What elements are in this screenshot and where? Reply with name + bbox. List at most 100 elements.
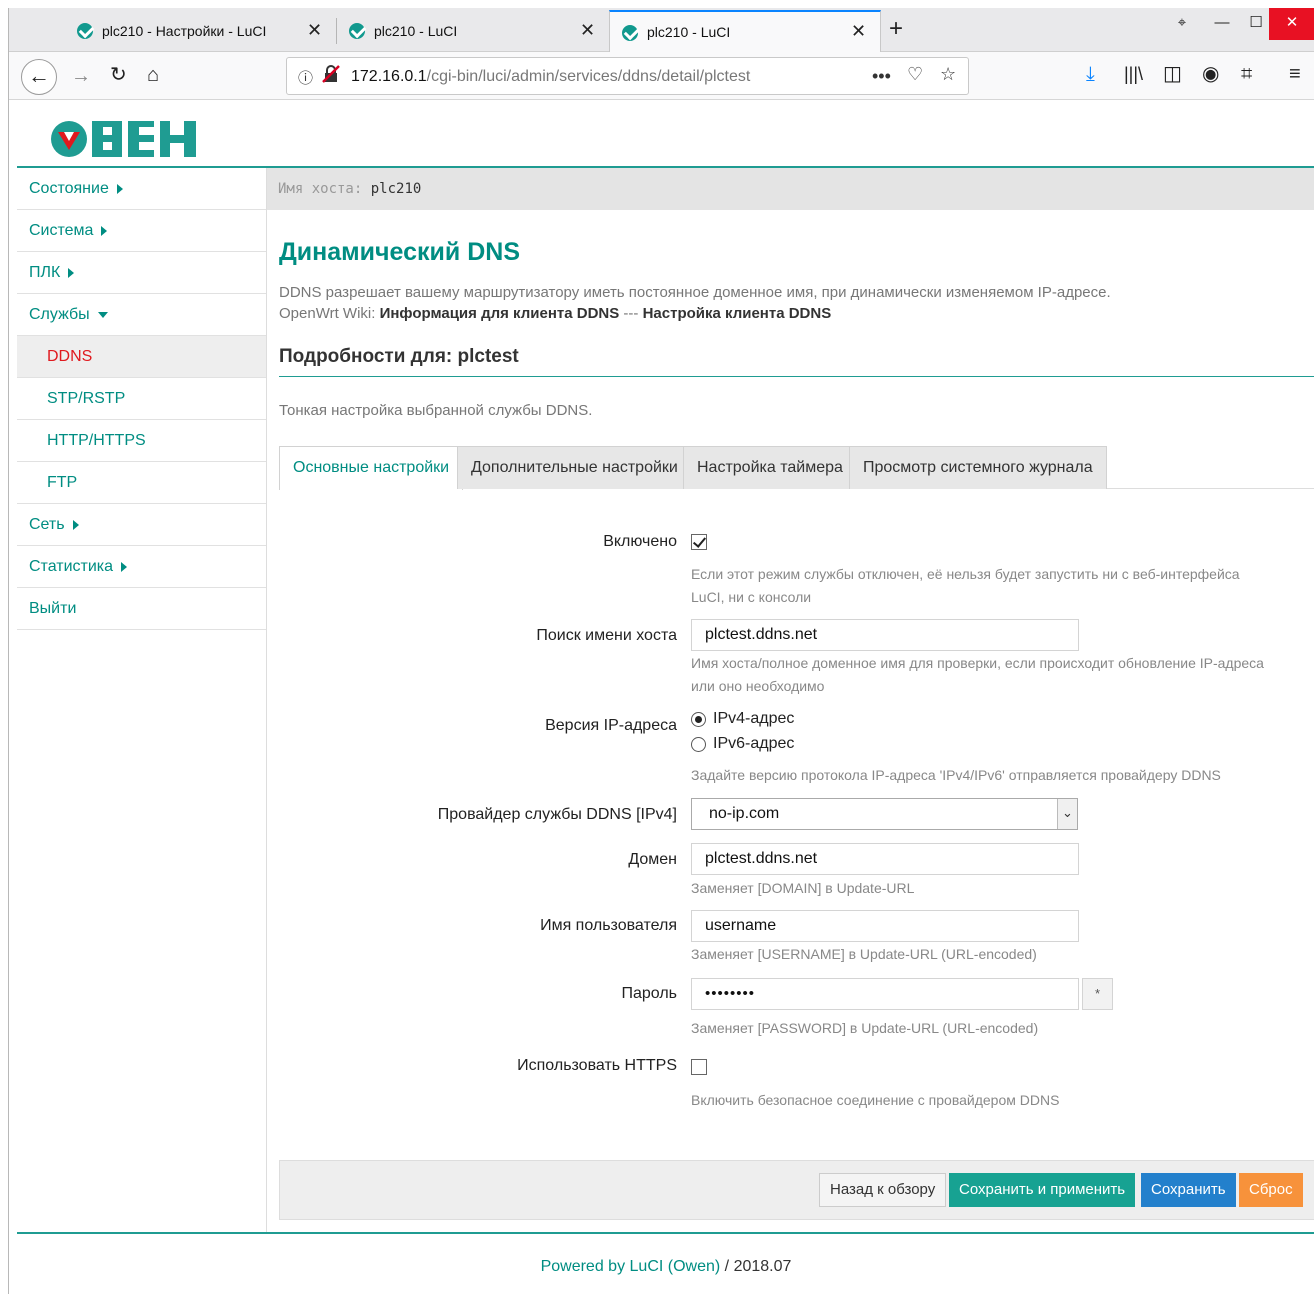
home-icon[interactable]: ⌂ <box>147 65 159 85</box>
luci-favicon-icon <box>622 25 638 41</box>
https-hint: Включить безопасное соединение с провайд… <box>691 1092 1060 1108</box>
browser-tab-3-active[interactable]: plc210 - LuCI ✕ <box>609 10 881 52</box>
url-host: 172.16.0.1 <box>351 68 427 85</box>
tab-strip: plc210 - Настройки - LuCI ✕ plc210 - LuC… <box>9 8 1314 52</box>
account-icon[interactable]: ◉ <box>1202 64 1219 84</box>
ipv6-radio[interactable] <box>691 737 706 752</box>
caret-right-icon <box>116 183 123 194</box>
url-text[interactable]: 172.16.0.1/cgi-bin/luci/admin/services/d… <box>351 68 750 86</box>
section-tabs: Основные настройки Дополнительные настро… <box>279 446 1314 490</box>
password-input[interactable]: •••••••• <box>691 978 1079 1010</box>
sidebar-item-label: Статистика <box>29 558 114 575</box>
sidebar-item-ddns[interactable]: DDNS <box>17 336 266 378</box>
ipv4-radio[interactable] <box>691 712 706 727</box>
form-actions-bar: Назад к обзору Сохранить и применить Сох… <box>279 1160 1314 1220</box>
browser-tab-title: plc210 - LuCI <box>647 24 731 40</box>
ipv6-radio-label[interactable]: IPv6-адрес <box>713 735 794 753</box>
tab-basic-settings[interactable]: Основные настройки <box>279 446 464 490</box>
tab-advanced-settings[interactable]: Дополнительные настройки <box>457 446 692 489</box>
username-input[interactable]: username <box>691 910 1079 942</box>
enabled-label: Включено <box>603 533 677 550</box>
caret-right-icon <box>72 519 79 530</box>
main-content: Динамический DNS DDNS разрешает вашему м… <box>267 210 1314 1232</box>
caret-down-icon <box>97 311 108 318</box>
back-to-overview-button[interactable]: Назад к обзору <box>819 1173 947 1207</box>
hint-line: Если этот режим службы отключен, её нель… <box>691 566 1240 582</box>
library-icon[interactable]: |||\ <box>1124 64 1143 84</box>
enabled-checkbox[interactable] <box>691 534 707 550</box>
tab-timer-settings[interactable]: Настройка таймера <box>683 446 857 489</box>
https-label: Использовать HTTPS <box>517 1057 677 1074</box>
sidebar-item-system[interactable]: Система <box>17 210 266 252</box>
browser-tab-2[interactable]: plc210 - LuCI ✕ <box>337 10 609 52</box>
sidebar-item-http-https[interactable]: HTTP/HTTPS <box>17 420 266 462</box>
site-info-icon[interactable]: ⓘ <box>298 67 313 88</box>
save-and-apply-button[interactable]: Сохранить и применить <box>949 1173 1136 1207</box>
lookup-host-input[interactable]: plctest.ddns.net <box>691 619 1079 651</box>
tab-log-viewer[interactable]: Просмотр системного журнала <box>849 446 1107 489</box>
save-button[interactable]: Сохранить <box>1141 1173 1236 1207</box>
address-bar[interactable]: ⓘ 172.16.0.1/cgi-bin/luci/admin/services… <box>286 57 969 95</box>
wiki-link-client-info[interactable]: Информация для клиента DDNS <box>380 305 620 322</box>
sidebar-item-services[interactable]: Службы <box>17 294 266 336</box>
hostname-bar: Имя хоста: plc210 <box>267 168 1314 210</box>
sidebar-item-label: Состояние <box>29 180 109 197</box>
browser-tab-1[interactable]: plc210 - Настройки - LuCI ✕ <box>64 10 334 52</box>
sidebar-item-logout[interactable]: Выйти <box>17 588 266 630</box>
domain-input[interactable]: plctest.ddns.net <box>691 843 1079 875</box>
luci-favicon-icon <box>77 23 93 39</box>
oven-logo <box>51 121 196 157</box>
web-page: Состояние Система ПЛК Службы DDNS STP/RS… <box>17 100 1314 1294</box>
domain-hint: Заменяет [DOMAIN] в Update-URL <box>691 880 915 896</box>
wiki-prefix: OpenWrt Wiki: <box>279 305 376 322</box>
downloads-icon[interactable]: ⤓ <box>1086 64 1095 84</box>
page-actions-icon[interactable]: ••• <box>872 66 891 87</box>
sidebar-item-statistics[interactable]: Статистика <box>17 546 266 588</box>
luci-footer-link[interactable]: Powered by LuCI (Owen) <box>541 1258 721 1275</box>
luci-favicon-icon <box>349 23 365 39</box>
sidebar-item-status[interactable]: Состояние <box>17 168 266 210</box>
lookup-host-label: Поиск имени хоста <box>536 627 677 644</box>
menu-hamburger-icon[interactable]: ≡ <box>1289 64 1301 84</box>
caret-right-icon <box>101 225 108 236</box>
close-tab-icon[interactable]: ✕ <box>851 21 866 42</box>
reload-icon[interactable]: ↻ <box>110 65 127 85</box>
sidebar-item-stp-rstp[interactable]: STP/RSTP <box>17 378 266 420</box>
bookmark-star-icon[interactable]: ☆ <box>940 64 956 85</box>
new-tab-plus-icon[interactable]: + <box>889 16 903 42</box>
sidebar-item-ftp[interactable]: FTP <box>17 462 266 504</box>
sidebar-item-network[interactable]: Сеть <box>17 504 266 546</box>
close-tab-icon[interactable]: ✕ <box>307 20 322 41</box>
https-checkbox[interactable] <box>691 1059 707 1075</box>
provider-select[interactable]: no-ip.com ⌄ <box>691 798 1078 830</box>
ipv4-radio-label[interactable]: IPv4-адрес <box>713 710 794 728</box>
sidebar-item-plc[interactable]: ПЛК <box>17 252 266 294</box>
password-hint: Заменяет [PASSWORD] в Update-URL (URL-en… <box>691 1020 1039 1036</box>
reset-button[interactable]: Сброс <box>1239 1173 1303 1207</box>
username-hint: Заменяет [USERNAME] в Update-URL (URL-en… <box>691 946 1037 962</box>
enabled-hint: Если этот режим службы отключен, её нель… <box>691 563 1240 609</box>
caret-right-icon <box>68 267 75 278</box>
chevron-down-icon[interactable]: ⌄ <box>1057 799 1077 829</box>
sidebar-item-label: HTTP/HTTPS <box>47 432 146 449</box>
screenshot-crop-icon[interactable]: ⌗ <box>1241 64 1252 84</box>
sidebar-toggle-icon[interactable]: ◫ <box>1163 64 1182 84</box>
insecure-lock-icon <box>322 65 340 83</box>
page-footer: Powered by LuCI (Owen) / 2018.07 <box>17 1232 1314 1294</box>
hint-line: Имя хоста/полное доменное имя для провер… <box>691 655 1264 671</box>
ip-version-label: Версия IP-адреса <box>545 717 677 734</box>
domain-label: Домен <box>628 851 677 868</box>
hint-line: LuCI, ни с консоли <box>691 589 812 605</box>
pocket-icon[interactable]: ♡ <box>907 64 923 85</box>
back-arrow-icon[interactable]: ← <box>21 59 57 95</box>
sidebar-item-label: Службы <box>29 306 90 323</box>
reveal-password-button[interactable]: * <box>1082 978 1113 1010</box>
provider-selected-value: no-ip.com <box>709 805 780 822</box>
wiki-link-client-config[interactable]: Настройка клиента DDNS <box>643 305 832 322</box>
window-close-icon[interactable]: ✕ <box>1269 8 1314 40</box>
hostname-value: plc210 <box>370 181 422 197</box>
close-tab-icon[interactable]: ✕ <box>580 20 595 41</box>
forward-arrow-icon[interactable]: → <box>71 66 91 86</box>
ip-version-hint: Задайте версию протокола IP-адреса 'IPv4… <box>691 767 1221 783</box>
footer-version: / 2018.07 <box>724 1258 792 1275</box>
